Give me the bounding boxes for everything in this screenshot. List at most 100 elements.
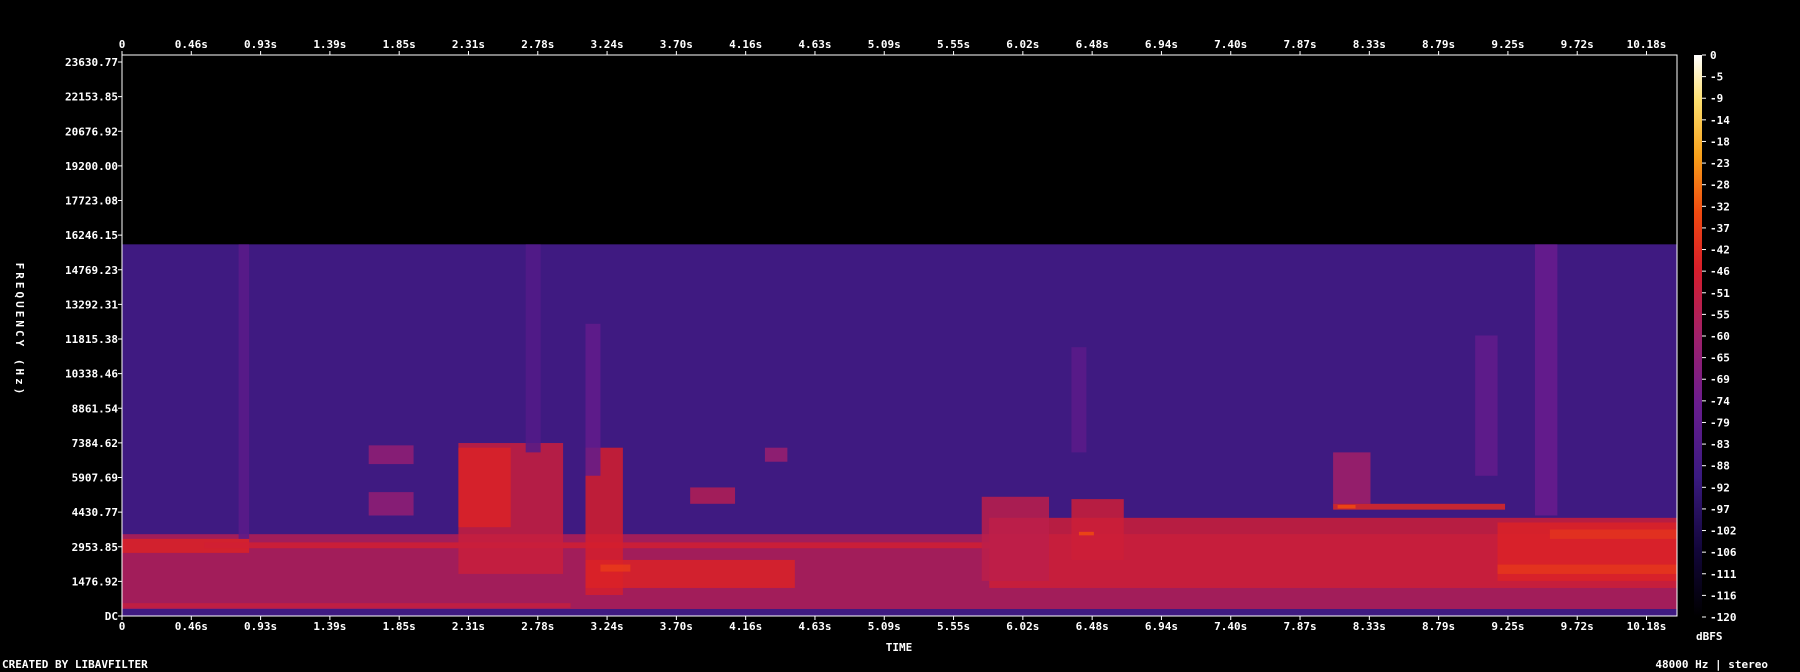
- y-tick-label: 13292.31: [65, 298, 118, 311]
- colorbar-label: dBFS: [1696, 630, 1723, 643]
- energy-region-24: [238, 244, 250, 539]
- colorbar: 0 -5 -9 -14 -18 -23 -28 -32 -37 -42 -46 -51 -55 -60 -6…: [1694, 49, 1737, 624]
- colorbar-tick-label: -120: [1710, 611, 1737, 624]
- colorbar-tick-label: -51: [1710, 287, 1730, 300]
- x-tick-label-top: 6.48s: [1076, 38, 1109, 51]
- x-tick-label-top: 9.25s: [1491, 38, 1524, 51]
- colorbar-tick-label: 0: [1710, 49, 1717, 62]
- x-tick-label-top: 6.02s: [1006, 38, 1039, 51]
- created-by-label: CREATED BY LIBAVFILTER: [2, 658, 148, 671]
- colorbar-tick-label: -74: [1710, 395, 1730, 408]
- x-tick-label-top: 4.63s: [798, 38, 831, 51]
- y-tick-label: 5907.69: [72, 472, 118, 485]
- colorbar-tick-label: -37: [1710, 222, 1730, 235]
- y-tick-label: 8861.54: [72, 402, 119, 415]
- energy-region-8: [600, 564, 631, 572]
- energy-region-15: [1071, 499, 1124, 560]
- x-tick-label-bottom: 3.70s: [660, 620, 693, 633]
- colorbar-tick-label: -106: [1710, 546, 1737, 559]
- energy-region-21: [1497, 564, 1677, 574]
- y-tick-label: 7384.62: [72, 437, 118, 450]
- energy-region-14: [981, 496, 1050, 581]
- x-tick-label-bottom: 3.24s: [591, 620, 624, 633]
- colorbar-tick-label: -102: [1710, 525, 1737, 538]
- colorbar-tick-label: -55: [1710, 308, 1730, 321]
- y-tick-label: 23630.77: [65, 56, 118, 69]
- y-tick-label: 11815.38: [65, 333, 118, 346]
- x-tick-label-bottom: 5.09s: [868, 620, 901, 633]
- energy-region-7: [585, 559, 795, 588]
- colorbar-tick-label: -69: [1710, 373, 1730, 386]
- energy-region-10: [368, 492, 414, 516]
- x-tick-label-top: 5.09s: [868, 38, 901, 51]
- x-tick-label-bottom: 5.55s: [937, 620, 970, 633]
- colorbar-tick-label: -9: [1710, 92, 1723, 105]
- x-tick-label-bottom: 8.79s: [1422, 620, 1455, 633]
- x-tick-label-top: 8.79s: [1422, 38, 1455, 51]
- x-tick-label-bottom: 0: [119, 620, 126, 633]
- x-tick-label-bottom: 6.02s: [1006, 620, 1039, 633]
- y-axis-label: FREQUENCY (Hz): [13, 263, 26, 398]
- x-tick-label-bottom: 1.39s: [313, 620, 346, 633]
- x-tick-label-bottom: 8.33s: [1353, 620, 1386, 633]
- energy-region-3: [122, 603, 571, 608]
- energy-region-19: [1337, 504, 1356, 509]
- x-tick-label-top: 5.55s: [937, 38, 970, 51]
- sample-info-label: 48000 Hz | stereo: [1655, 658, 1768, 671]
- spectrogram-plot-area: [122, 55, 1677, 616]
- y-tick-label: 22153.85: [65, 91, 118, 104]
- energy-region-5: [458, 447, 511, 528]
- energy-region-28: [1475, 335, 1498, 476]
- x-tick-label-bottom: 4.16s: [729, 620, 762, 633]
- colorbar-tick-label: -88: [1710, 460, 1730, 473]
- energy-region-16: [1078, 531, 1094, 536]
- y-tick-label: 10338.46: [65, 368, 118, 381]
- x-axis-label: TIME: [886, 641, 913, 654]
- colorbar-tick-label: -28: [1710, 179, 1730, 192]
- y-tick-label: DC: [105, 610, 118, 623]
- x-tick-label-top: 4.16s: [729, 38, 762, 51]
- y-tick-label: 17723.08: [65, 195, 118, 208]
- x-tick-label-top: 2.31s: [452, 38, 485, 51]
- x-tick-label-bottom: 0.46s: [175, 620, 208, 633]
- y-tick-label: 4430.77: [72, 506, 118, 519]
- energy-region-25: [585, 323, 601, 476]
- x-tick-label-top: 8.33s: [1353, 38, 1386, 51]
- colorbar-tick-label: -23: [1710, 157, 1730, 170]
- x-tick-label-top: 10.18s: [1627, 38, 1667, 51]
- energy-region-23: [1534, 244, 1558, 516]
- x-tick-label-bottom: 6.94s: [1145, 620, 1178, 633]
- energy-region-27: [1071, 347, 1087, 453]
- colorbar-tick-label: -111: [1710, 568, 1737, 581]
- colorbar-tick-label: -60: [1710, 330, 1730, 343]
- colorbar-tick-label: -42: [1710, 244, 1730, 257]
- colorbar-tick-label: -92: [1710, 481, 1730, 494]
- energy-region-26: [525, 244, 541, 453]
- energy-region-12: [764, 447, 788, 462]
- x-tick-label-bottom: 10.18s: [1627, 620, 1667, 633]
- x-tick-label-top: 7.40s: [1214, 38, 1247, 51]
- colorbar-tick-label: -83: [1710, 438, 1730, 451]
- x-tick-label-bottom: 2.31s: [452, 620, 485, 633]
- colorbar-tick-label: -116: [1710, 589, 1737, 602]
- x-tick-label-bottom: 4.63s: [798, 620, 831, 633]
- colorbar-tick-label: -14: [1710, 114, 1730, 127]
- y-tick-label: 14769.23: [65, 264, 118, 277]
- x-tick-label-bottom: 7.87s: [1283, 620, 1316, 633]
- x-tick-label-top: 0: [119, 38, 126, 51]
- x-tick-label-top: 0.93s: [244, 38, 277, 51]
- colorbar-tick-label: -32: [1710, 200, 1730, 213]
- colorbar-tick-label: -65: [1710, 352, 1730, 365]
- y-tick-label: 19200.00: [65, 160, 118, 173]
- y-tick-label: 20676.92: [65, 125, 118, 138]
- colorbar-tick-label: -18: [1710, 135, 1730, 148]
- x-tick-label-top: 1.39s: [313, 38, 346, 51]
- colorbar-tick-label: -79: [1710, 416, 1730, 429]
- energy-region-11: [690, 487, 736, 504]
- x-tick-label-bottom: 2.78s: [521, 620, 554, 633]
- x-tick-label-bottom: 7.40s: [1214, 620, 1247, 633]
- x-tick-label-bottom: 9.25s: [1491, 620, 1524, 633]
- x-tick-label-bottom: 1.85s: [383, 620, 416, 633]
- colorbar-tick-label: -46: [1710, 265, 1730, 278]
- y-tick-label: 16246.15: [65, 229, 118, 242]
